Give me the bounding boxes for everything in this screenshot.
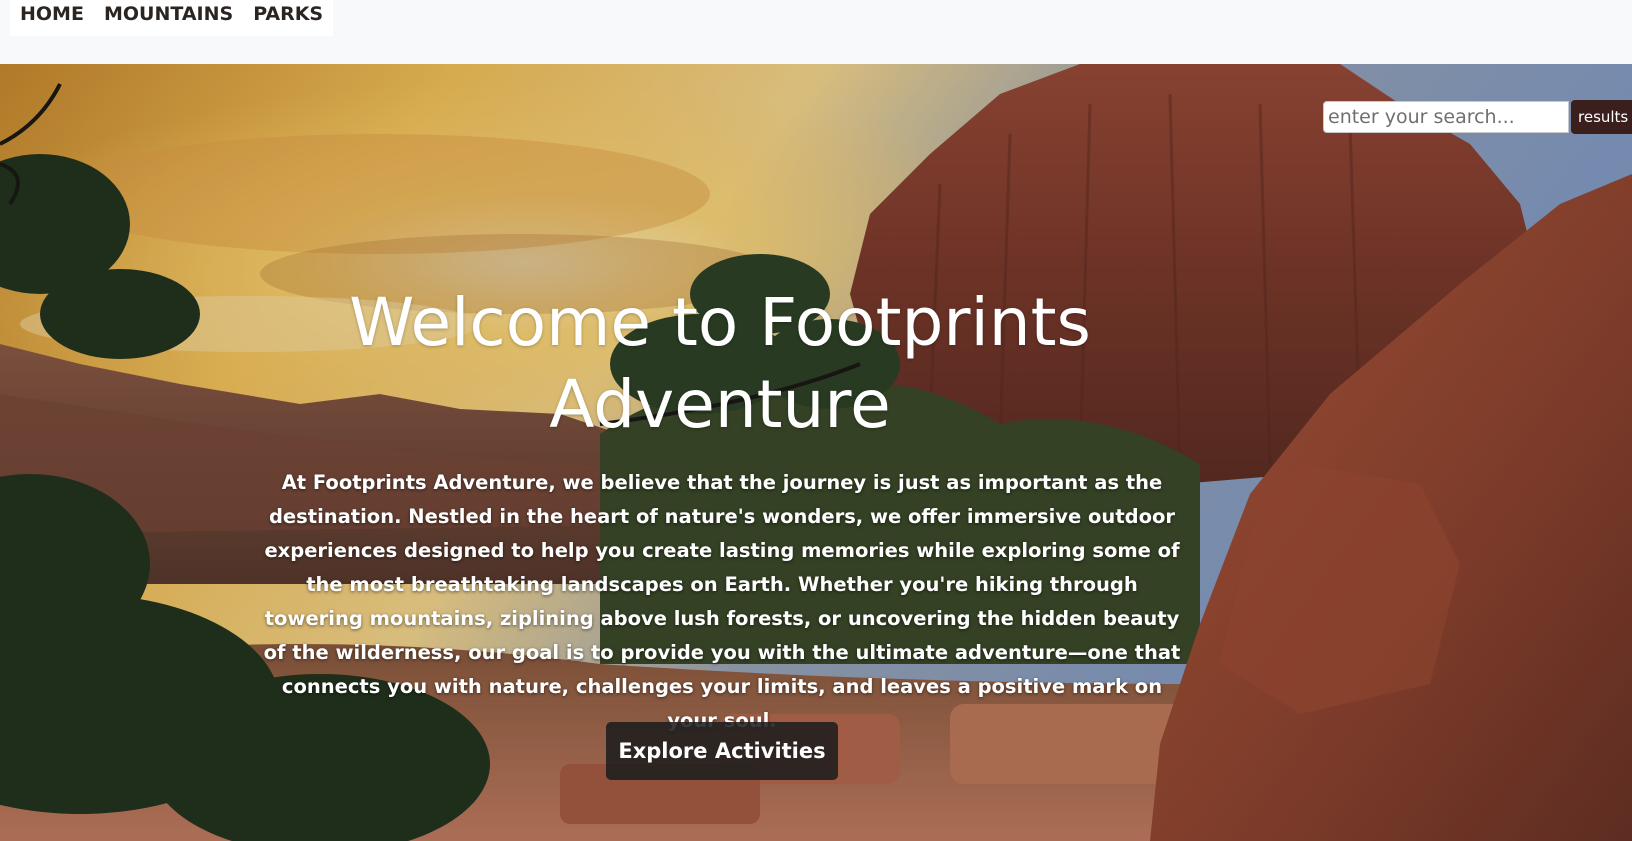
nav-link-home[interactable]: HOME	[10, 0, 94, 36]
hero-title: Welcome to Footprints Adventure	[349, 284, 1091, 443]
search-input[interactable]	[1323, 101, 1569, 133]
search-bar: results	[1323, 100, 1632, 134]
explore-activities-button[interactable]: Explore Activities	[606, 722, 838, 780]
top-navbar: HOME MOUNTAINS PARKS	[0, 0, 1632, 64]
hero-intro-text: At Footprints Adventure, we believe that…	[263, 471, 1181, 732]
search-results-button[interactable]: results	[1571, 100, 1632, 134]
main-nav: HOME MOUNTAINS PARKS	[10, 0, 334, 36]
nav-link-mountains[interactable]: MOUNTAINS	[94, 0, 243, 36]
nav-link-parks[interactable]: PARKS	[243, 0, 333, 36]
